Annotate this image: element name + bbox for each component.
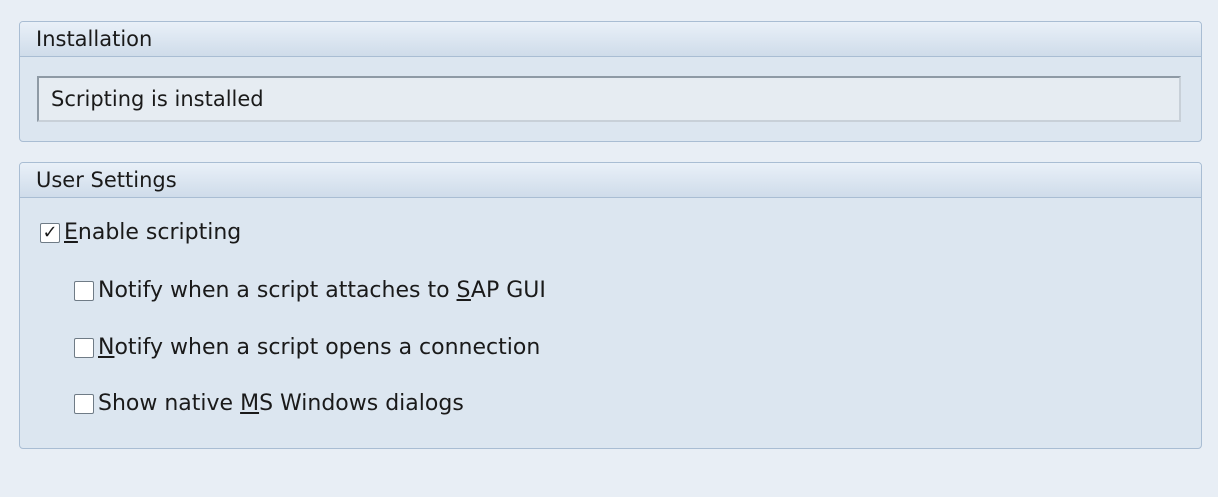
user-settings-group: User Settings ✓ Enable scripting Notify … [19,162,1202,449]
native-dialogs-label: Show native MS Windows dialogs [98,391,464,416]
notify-attach-label: Notify when a script attaches to SAP GUI [98,278,546,303]
installation-group: Installation Scripting is installed [19,21,1202,142]
notify-attach-checkbox[interactable] [74,280,94,301]
enable-scripting-checkbox[interactable]: ✓ [40,222,60,243]
notify-connection-option[interactable]: Notify when a script opens a connection [74,335,540,360]
user-settings-group-title: User Settings [20,163,1201,198]
installation-status-field: Scripting is installed [37,76,1181,122]
notify-attach-option[interactable]: Notify when a script attaches to SAP GUI [74,278,546,303]
enable-scripting-option[interactable]: ✓ Enable scripting [40,220,241,245]
native-dialogs-option[interactable]: Show native MS Windows dialogs [74,391,464,416]
notify-connection-label: Notify when a script opens a connection [98,335,541,360]
notify-connection-checkbox[interactable] [74,337,94,358]
enable-scripting-label: Enable scripting [64,220,242,245]
installation-group-title: Installation [20,22,1201,57]
native-dialogs-checkbox[interactable] [74,393,94,414]
